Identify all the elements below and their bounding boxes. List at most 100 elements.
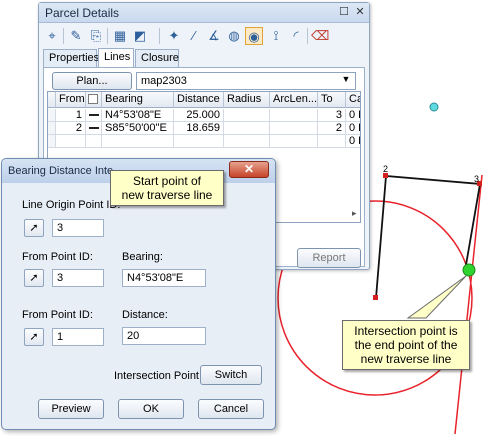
cell-category[interactable]: 0 B bbox=[346, 122, 360, 135]
bearing-field[interactable]: N4°53'08"E bbox=[122, 269, 206, 287]
tab-properties[interactable]: Properties bbox=[43, 49, 99, 68]
copy-icon[interactable]: ⎘ bbox=[87, 27, 105, 45]
cell-bearing[interactable] bbox=[102, 135, 174, 148]
line-type-icon bbox=[86, 122, 102, 135]
plan-combo-value: map2303 bbox=[141, 75, 187, 87]
cell-distance[interactable]: 18.659 bbox=[174, 122, 224, 135]
tab-lines[interactable]: Lines bbox=[98, 48, 134, 68]
pick-origin-button[interactable]: ➚ bbox=[24, 219, 44, 237]
grid-icon[interactable]: ▦ bbox=[111, 27, 129, 45]
edit-icon[interactable]: ✎ bbox=[67, 27, 85, 45]
cyan-point bbox=[429, 102, 439, 112]
callout-line: the end point of the bbox=[354, 338, 458, 352]
cell-to[interactable] bbox=[318, 135, 346, 148]
col-header-category[interactable]: Cat bbox=[346, 92, 360, 108]
line-icon[interactable]: ⁄ bbox=[185, 27, 203, 45]
cell-bearing[interactable]: S85°50'00"E bbox=[102, 122, 174, 135]
from-point-field-2[interactable]: 1 bbox=[52, 328, 104, 346]
cell-to[interactable]: 2 bbox=[318, 122, 346, 135]
toolbar-separator bbox=[107, 28, 108, 44]
cell-from[interactable]: 2 bbox=[56, 122, 86, 135]
toolbar-separator bbox=[307, 28, 308, 44]
callout-line: new traverse line bbox=[360, 352, 452, 366]
angle-icon[interactable]: ∡ bbox=[205, 27, 223, 45]
parcel-details-titlebar[interactable]: Parcel Details ☐ ✕ bbox=[39, 3, 369, 23]
distance-field[interactable]: 20 bbox=[122, 327, 206, 345]
toolbar-separator bbox=[159, 28, 160, 44]
row-selector[interactable] bbox=[48, 109, 56, 122]
row-selector[interactable] bbox=[48, 135, 56, 148]
origin-point-label: Line Origin Point ID: bbox=[22, 199, 121, 211]
col-header-type[interactable] bbox=[86, 92, 102, 108]
intersection-point-label: Intersection Point: bbox=[114, 370, 203, 382]
cell-category[interactable]: 0 B bbox=[346, 109, 360, 122]
close-button[interactable]: ✕ bbox=[229, 161, 269, 178]
report-button[interactable]: Report bbox=[297, 248, 361, 268]
col-header-radius[interactable]: Radius bbox=[224, 92, 270, 108]
close-icon[interactable]: ✕ bbox=[353, 5, 367, 19]
intersection-point bbox=[462, 263, 476, 277]
navigate-icon[interactable]: ⌖ bbox=[43, 27, 61, 45]
intersection-callout: Intersection point is the end point of t… bbox=[342, 320, 470, 370]
cursor-icon: ➚ bbox=[29, 272, 39, 284]
callout-line: Intersection point is bbox=[354, 324, 458, 338]
col-header-bearing[interactable]: Bearing bbox=[102, 92, 174, 108]
offset-icon[interactable]: ⟟ bbox=[267, 27, 285, 45]
cancel-button[interactable]: Cancel bbox=[198, 399, 264, 419]
start-point-callout: Start point of new traverse line bbox=[110, 170, 224, 206]
cell-type[interactable] bbox=[86, 135, 102, 148]
cell-arclen[interactable] bbox=[270, 109, 318, 122]
dialog-title: Bearing Distance Inte bbox=[8, 165, 114, 177]
col-header-arclen[interactable]: ArcLen... bbox=[270, 92, 318, 108]
bearing-label: Bearing: bbox=[122, 251, 163, 263]
circle-icon[interactable]: ◍ bbox=[225, 27, 243, 45]
point-icon[interactable]: ✦ bbox=[165, 27, 183, 45]
intersection-callout-pointer bbox=[406, 275, 467, 319]
cell-radius[interactable] bbox=[224, 122, 270, 135]
plan-button[interactable]: Plan... bbox=[52, 72, 132, 90]
cursor-icon: ➚ bbox=[29, 331, 39, 343]
cell-bearing[interactable]: N4°53'08"E bbox=[102, 109, 174, 122]
vertex-1 bbox=[373, 295, 378, 300]
chevron-down-icon[interactable]: ▼ bbox=[339, 74, 353, 84]
cell-radius[interactable] bbox=[224, 135, 270, 148]
vertex-3-label: 3 bbox=[474, 174, 479, 184]
cell-radius[interactable] bbox=[224, 109, 270, 122]
pick-from-point-button-1[interactable]: ➚ bbox=[24, 269, 44, 287]
bearing-distance-icon[interactable]: ◉ bbox=[245, 27, 263, 45]
cell-from[interactable] bbox=[56, 135, 86, 148]
bearing-line bbox=[454, 174, 483, 435]
cell-distance[interactable] bbox=[174, 135, 224, 148]
origin-point-field[interactable]: 3 bbox=[52, 219, 104, 237]
ok-button[interactable]: OK bbox=[118, 399, 184, 419]
cell-from[interactable]: 1 bbox=[56, 109, 86, 122]
col-header-to[interactable]: To bbox=[318, 92, 346, 108]
pick-from-point-button-2[interactable]: ➚ bbox=[24, 328, 44, 346]
row-selector[interactable] bbox=[48, 122, 56, 135]
toolbar-separator bbox=[63, 28, 64, 44]
cell-category[interactable]: 0 B bbox=[346, 135, 360, 148]
tab-closure[interactable]: Closure bbox=[135, 49, 179, 68]
cell-arclen[interactable] bbox=[270, 135, 318, 148]
delete-icon[interactable]: ⌫ bbox=[311, 27, 329, 45]
vertex-2-label: 2 bbox=[383, 164, 388, 174]
switch-button[interactable]: Switch bbox=[200, 365, 262, 385]
restore-icon[interactable]: ☐ bbox=[337, 5, 351, 19]
from-point-label-2: From Point ID: bbox=[22, 309, 93, 321]
line-type-icon bbox=[86, 109, 102, 122]
row-header-corner bbox=[48, 92, 56, 108]
from-point-field-1[interactable]: 3 bbox=[52, 269, 104, 287]
select-icon[interactable]: ◩ bbox=[131, 27, 149, 45]
preview-button[interactable]: Preview bbox=[38, 399, 104, 419]
curve-icon[interactable]: ◜ bbox=[287, 27, 305, 45]
traverse-lines bbox=[375, 175, 482, 299]
cell-arclen[interactable] bbox=[270, 122, 318, 135]
callout-line: new traverse line bbox=[121, 188, 213, 202]
line-type-icon bbox=[88, 94, 98, 104]
col-header-from[interactable]: From bbox=[56, 92, 86, 108]
cell-to[interactable]: 3 bbox=[318, 109, 346, 122]
scroll-right-icon[interactable]: ▸ bbox=[352, 208, 357, 219]
cell-distance[interactable]: 25.000 bbox=[174, 109, 224, 122]
col-header-distance[interactable]: Distance bbox=[174, 92, 224, 108]
plan-combo[interactable]: map2303 ▼ bbox=[136, 72, 356, 90]
